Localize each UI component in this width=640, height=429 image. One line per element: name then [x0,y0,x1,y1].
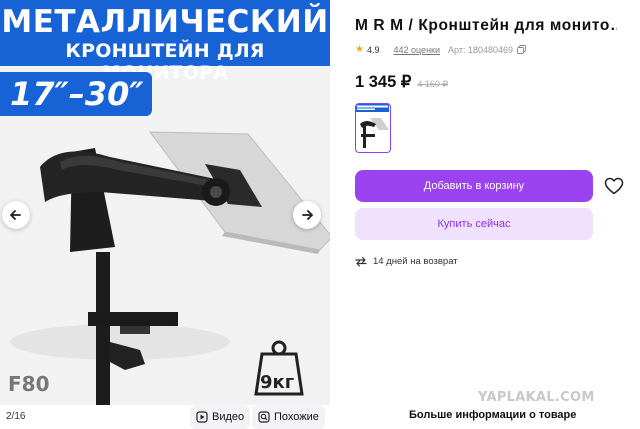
returns-label: 14 дней на возврат [373,256,458,267]
buy-now-button[interactable]: Купить сейчас [355,208,593,240]
promo-banner: МЕТАЛЛИЧЕСКИЙ КРОНШТЕЙН ДЛЯ МОНИТОРА [0,0,330,84]
price-row: 1 345 ₽ 4 160 ₽ [355,72,448,92]
product-gallery: МЕТАЛЛИЧЕСКИЙ КРОНШТЕЙН ДЛЯ МОНИТОРА 17″… [0,0,330,429]
monitor-arm-illustration [10,131,330,405]
product-title[interactable]: M R M / Кронштейн для монито… [355,17,617,35]
variant-thumbnail[interactable] [355,103,391,153]
add-to-cart-button[interactable]: Добавить в корзину [355,170,593,202]
size-range-badge: 17″–30″ [0,72,152,116]
chevron-right-icon [302,210,313,220]
similar-button[interactable]: Похожие [252,405,325,429]
return-arrows-icon [355,256,367,267]
variant-thumbnail-image [356,104,389,148]
promo-headline: МЕТАЛЛИЧЕСКИЙ [1,4,329,40]
reviews-link[interactable]: 442 оценки [393,45,440,55]
gallery-next-button[interactable] [293,201,321,229]
site-watermark: YAPLAKAL.COM [478,390,595,405]
search-similar-icon [258,411,270,423]
chevron-left-icon [10,210,21,220]
returns-info: 14 дней на возврат [355,256,458,267]
video-label: Видео [212,411,245,423]
copy-icon[interactable] [517,45,526,54]
product-meta: ★ 4.9 442 оценки Арт: 180480469 [355,44,526,55]
gallery-toolbar: 2/16 Видео Похожие [0,405,330,429]
gallery-prev-button[interactable] [2,201,30,229]
weight-label: 9кг [260,372,295,393]
video-button[interactable]: Видео [190,405,251,429]
similar-label: Похожие [274,411,319,423]
star-icon: ★ [355,44,364,55]
old-price: 4 160 ₽ [417,79,449,89]
play-icon [196,411,208,423]
rating-value: 4.9 [366,44,380,55]
model-code: F80 [8,372,50,396]
image-counter: 2/16 [6,411,26,422]
more-info-link[interactable]: Больше информации о товаре [409,409,576,421]
current-price: 1 345 ₽ [355,73,412,91]
product-image[interactable]: МЕТАЛЛИЧЕСКИЙ КРОНШТЕЙН ДЛЯ МОНИТОРА 17″… [0,0,330,405]
heart-icon[interactable] [604,177,624,195]
article-number: Арт: 180480469 [448,44,513,55]
